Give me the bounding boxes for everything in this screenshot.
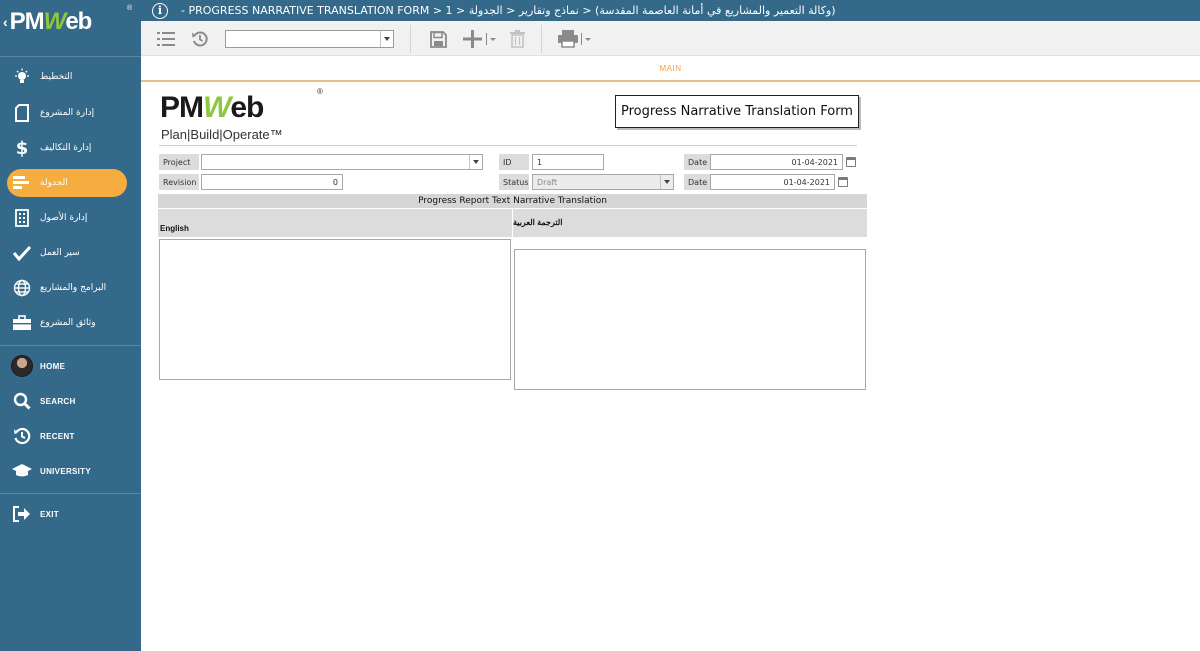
- sidebar-item-planning[interactable]: التخطيط: [0, 62, 141, 92]
- pmweb-logo: PMWeb ® Plan|Build|Operate™: [160, 87, 323, 142]
- sidebar-item-recent[interactable]: RECENT: [0, 421, 141, 451]
- lightbulb-icon: [9, 68, 35, 86]
- form: PMWeb ® Plan|Build|Operate™ Progress Nar…: [141, 82, 1200, 651]
- sidebar-item-cost-management[interactable]: $ إدارة التكاليف: [0, 133, 141, 163]
- globe-icon: [9, 279, 35, 297]
- top-bar: i (وكالة التعمير والمشاريع في أمانة العا…: [141, 0, 1200, 21]
- id-field[interactable]: 1: [532, 154, 604, 170]
- sidebar-item-label: UNIVERSITY: [40, 466, 92, 476]
- revision-field[interactable]: 0: [201, 174, 343, 190]
- calendar-icon[interactable]: [838, 177, 848, 187]
- project-select[interactable]: [201, 154, 483, 170]
- arabic-textarea[interactable]: [514, 249, 866, 390]
- divider: [541, 25, 542, 53]
- revision-label: Revision: [159, 174, 199, 190]
- id-label: ID: [499, 154, 529, 170]
- add-button[interactable]: [461, 28, 499, 50]
- divider: [159, 145, 857, 146]
- divider: [0, 493, 141, 494]
- english-textarea[interactable]: [159, 239, 511, 380]
- date-label: Date: [684, 154, 710, 170]
- sidebar-item-label: إدارة التكاليف: [40, 143, 92, 153]
- english-column-header: English: [158, 209, 512, 237]
- form-title: Progress Narrative Translation Form: [615, 95, 859, 128]
- divider: [0, 345, 141, 346]
- tab-strip: MAIN: [141, 56, 1200, 82]
- sidebar-item-label: إدارة المشروع: [40, 108, 95, 118]
- sidebar-item-label: RECENT: [40, 431, 75, 441]
- tab-main[interactable]: MAIN: [141, 64, 1200, 73]
- checkmark-icon: [9, 245, 35, 261]
- logo-tagline: Plan|Build|Operate™: [161, 127, 283, 142]
- sidebar-item-scheduling[interactable]: الجدولة: [7, 169, 127, 197]
- sidebar-item-label: سير العمل: [40, 248, 80, 258]
- exit-button[interactable]: EXIT: [0, 499, 141, 529]
- chevron-down-icon[interactable]: [380, 31, 393, 47]
- sidebar-item-label: SEARCH: [40, 396, 76, 406]
- sidebar-item-label: إدارة الأصول: [40, 213, 88, 223]
- sidebar-item-label: الجدولة: [40, 178, 68, 188]
- layout-select[interactable]: [225, 30, 394, 48]
- list-icon[interactable]: [155, 28, 177, 50]
- sidebar-item-label: التخطيط: [40, 72, 73, 82]
- logo-text: PMWeb: [9, 8, 93, 35]
- history-icon[interactable]: [189, 28, 211, 50]
- sidebar-item-label: البرامج والمشاريع: [40, 283, 107, 293]
- sidebar-item-search[interactable]: SEARCH: [0, 386, 141, 416]
- sidebar: ‹ PMWeb ® التخطيط إدارة المشروع $ إدارة …: [0, 0, 141, 651]
- sidebar-item-project-documents[interactable]: وثائق المشروع: [0, 308, 141, 338]
- status-select[interactable]: Draft: [532, 174, 674, 190]
- dollar-icon: $: [15, 137, 29, 159]
- arabic-column-header: الترجمة العربية: [513, 209, 867, 237]
- sidebar-item-university[interactable]: UNIVERSITY: [0, 456, 141, 486]
- divider: [0, 56, 141, 57]
- calendar-icon[interactable]: [846, 157, 856, 167]
- status-label: Status: [499, 174, 529, 190]
- sidebar-item-project-management[interactable]: إدارة المشروع: [0, 98, 141, 128]
- print-button[interactable]: [557, 28, 593, 50]
- graduation-cap-icon: [9, 464, 35, 478]
- project-label: Project: [159, 154, 199, 170]
- logo-text: PMWeb: [160, 91, 264, 124]
- sidebar-item-asset-management[interactable]: إدارة الأصول: [0, 203, 141, 233]
- briefcase-icon: [9, 315, 35, 331]
- schedule-icon: [9, 176, 35, 190]
- divider: [410, 25, 411, 53]
- date-field[interactable]: 01-04-2021: [710, 174, 835, 190]
- sidebar-item-label: وثائق المشروع: [40, 318, 96, 328]
- sidebar-item-workflow[interactable]: سير العمل: [0, 238, 141, 268]
- chevron-down-icon[interactable]: [660, 175, 673, 189]
- avatar: [11, 355, 33, 377]
- sidebar-item-programs-projects[interactable]: البرامج والمشاريع: [0, 273, 141, 303]
- exit-icon: [9, 506, 35, 522]
- date-field[interactable]: 01-04-2021: [710, 154, 843, 170]
- breadcrumb[interactable]: (وكالة التعمير والمشاريع في أمانة العاصم…: [181, 4, 836, 17]
- collapse-sidebar-icon[interactable]: ‹: [3, 14, 8, 30]
- status-value: Draft: [537, 177, 558, 187]
- recent-icon: [9, 427, 35, 445]
- sidebar-item-label: HOME: [40, 361, 66, 371]
- app-logo[interactable]: ‹ PMWeb ®: [0, 0, 141, 44]
- info-icon[interactable]: i: [152, 2, 168, 19]
- building-icon: [9, 209, 35, 227]
- chevron-down-icon[interactable]: [469, 155, 482, 169]
- search-icon: [9, 392, 35, 410]
- toolbar: [141, 21, 1200, 56]
- sidebar-item-home[interactable]: HOME: [0, 351, 141, 381]
- document-icon: [9, 104, 35, 122]
- date-label: Date: [684, 174, 710, 190]
- exit-label: EXIT: [40, 509, 59, 519]
- delete-icon[interactable]: [507, 28, 527, 50]
- section-header: Progress Report Text Narrative Translati…: [158, 194, 867, 208]
- save-icon[interactable]: [427, 28, 449, 50]
